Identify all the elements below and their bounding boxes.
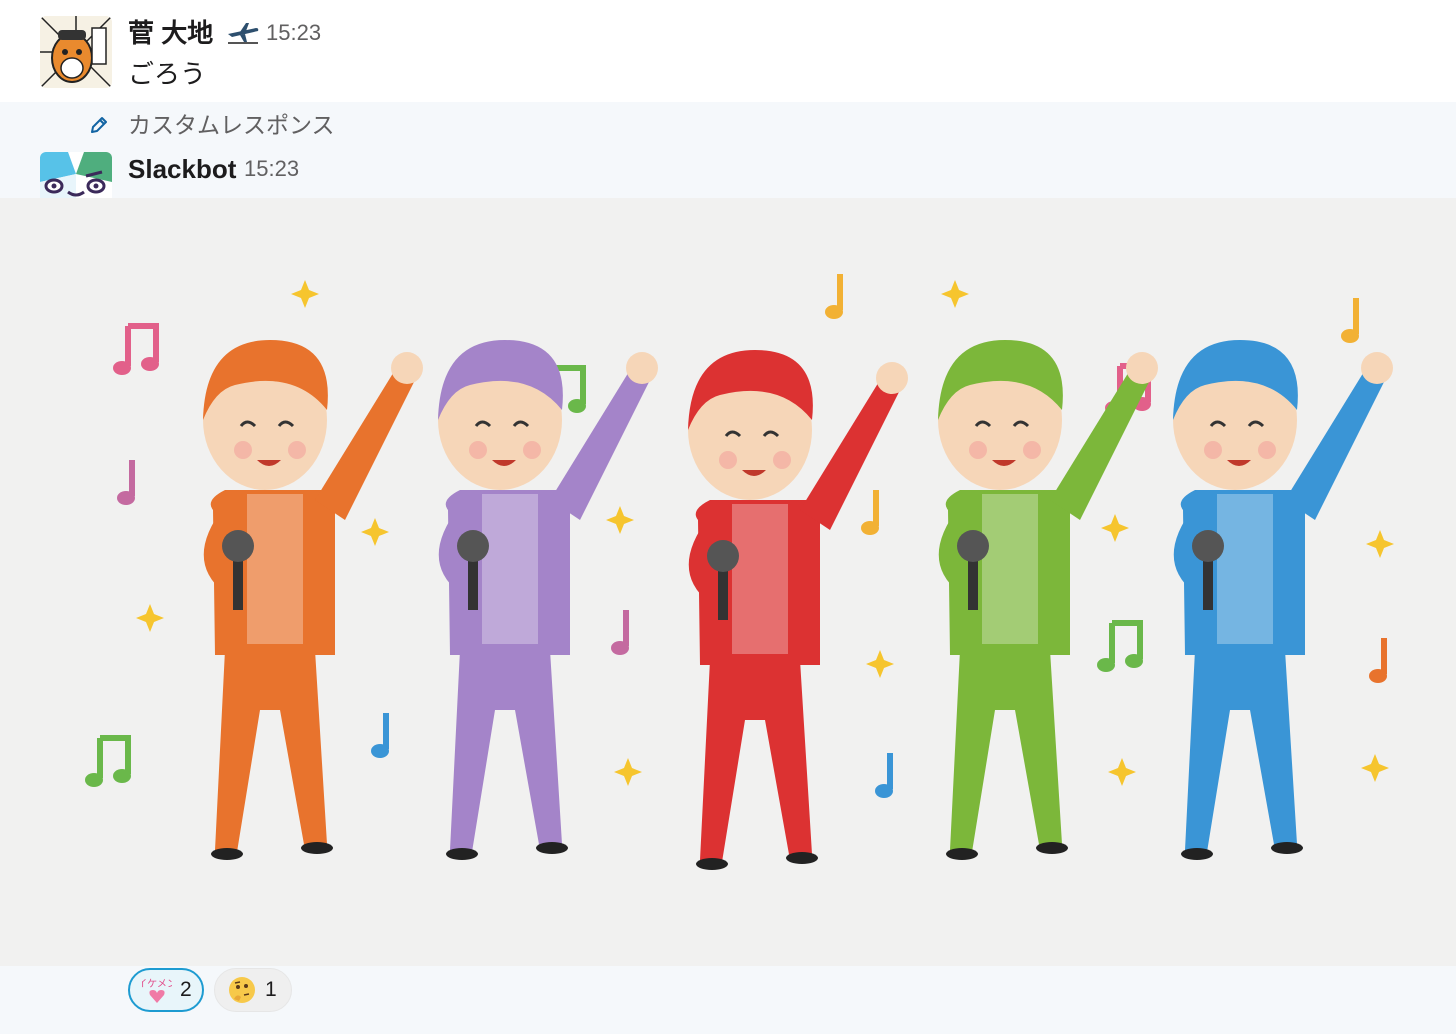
- reaction-ikemen[interactable]: イケメン 2: [128, 968, 204, 1012]
- ikemen-emoji-icon: イケメン: [137, 975, 177, 1005]
- thinking-face-emoji-icon: [227, 975, 257, 1005]
- reaction-count: 1: [265, 978, 277, 1001]
- airplane-icon: [226, 20, 260, 46]
- message-timestamp[interactable]: 15:23: [266, 18, 321, 48]
- sender-name[interactable]: 菅 大地: [128, 18, 213, 48]
- message-timestamp[interactable]: 15:23: [244, 154, 299, 184]
- custom-response-text: カスタムレスポンス: [128, 112, 335, 138]
- idol-group-singing-illustration: [0, 198, 1456, 966]
- message-row-2: カスタムレスポンス Slackbot 15:23 イケメン 2 1: [0, 102, 1456, 1034]
- pencil-icon: [88, 114, 110, 136]
- sender-name-slackbot[interactable]: Slackbot: [128, 154, 236, 184]
- user-avatar[interactable]: [40, 16, 112, 88]
- attached-image[interactable]: [0, 198, 1456, 966]
- message-text: ごろう: [128, 59, 207, 89]
- message-row-1: 菅 大地 15:23 ごろう: [0, 0, 1456, 102]
- custom-response-label: カスタムレスポンス: [0, 110, 600, 140]
- reaction-count: 2: [180, 978, 192, 1001]
- slackbot-avatar[interactable]: [40, 152, 112, 198]
- svg-text:イケメン: イケメン: [142, 978, 172, 990]
- reaction-thinking[interactable]: 1: [214, 968, 292, 1012]
